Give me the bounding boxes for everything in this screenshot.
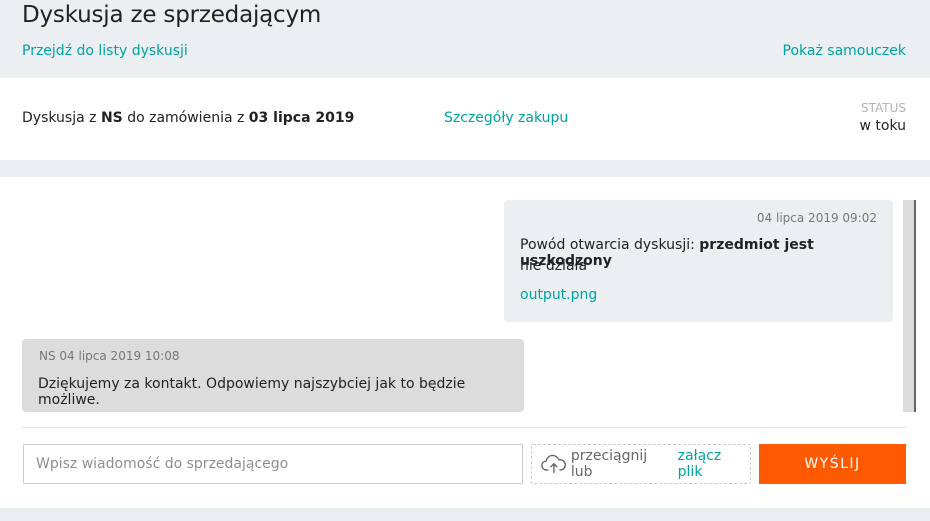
order-date: 03 lipca 2019 [248, 110, 355, 126]
chat-scrollbar[interactable] [903, 200, 916, 412]
chat-panel: 04 lipca 2019 09:02 Powód otwarcia dysku… [0, 177, 930, 508]
purchase-details-link[interactable]: Szczegóły zakupu [444, 110, 568, 126]
discussion-info-card: Dyskusja z NS do zamówienia z 03 lipca 2… [0, 78, 930, 160]
message-body: Dziękujemy za kontakt. Odpowiemy najszyb… [38, 376, 466, 408]
status-value: w toku [859, 118, 906, 134]
status-label: STATUS [860, 101, 906, 115]
message-buyer: 04 lipca 2019 09:02 Powód otwarcia dysku… [504, 200, 893, 322]
message-timestamp: 04 lipca 2019 10:08 [59, 349, 180, 363]
discussion-summary: Dyskusja z NS do zamówienia z 03 lipca 2… [22, 110, 354, 126]
drop-text: przeciągnij lub [570, 448, 648, 480]
show-tutorial-link[interactable]: Pokaż samouczek [783, 43, 906, 59]
cloud-upload-icon [541, 454, 566, 474]
seller-name: NS [100, 110, 123, 126]
reason-label: Powód otwarcia dyskusji: [520, 237, 695, 253]
attachment-link[interactable]: output.png [520, 287, 597, 303]
message-input[interactable] [23, 444, 523, 484]
send-button[interactable]: WYŚLIJ [759, 444, 906, 484]
page-title: Dyskusja ze sprzedającym [22, 2, 322, 28]
attach-file-link[interactable]: załącz plik [678, 448, 750, 480]
message-timestamp: 04 lipca 2019 09:02 [756, 211, 877, 225]
summary-prefix: Dyskusja z [22, 110, 97, 126]
message-meta: NS 04 lipca 2019 10:08 [39, 349, 180, 363]
file-dropzone[interactable]: przeciągnij lub załącz plik [531, 444, 751, 484]
message-author: NS [39, 349, 56, 363]
page-header: Dyskusja ze sprzedającym Przejdź do list… [0, 0, 930, 78]
summary-middle: do zamówienia z [127, 110, 245, 126]
back-to-discussions-link[interactable]: Przejdź do listy dyskusji [22, 43, 188, 59]
composer-divider [22, 427, 906, 428]
message-seller: NS 04 lipca 2019 10:08 Dziękujemy za kon… [22, 339, 524, 412]
message-body: nie działa [520, 258, 588, 274]
